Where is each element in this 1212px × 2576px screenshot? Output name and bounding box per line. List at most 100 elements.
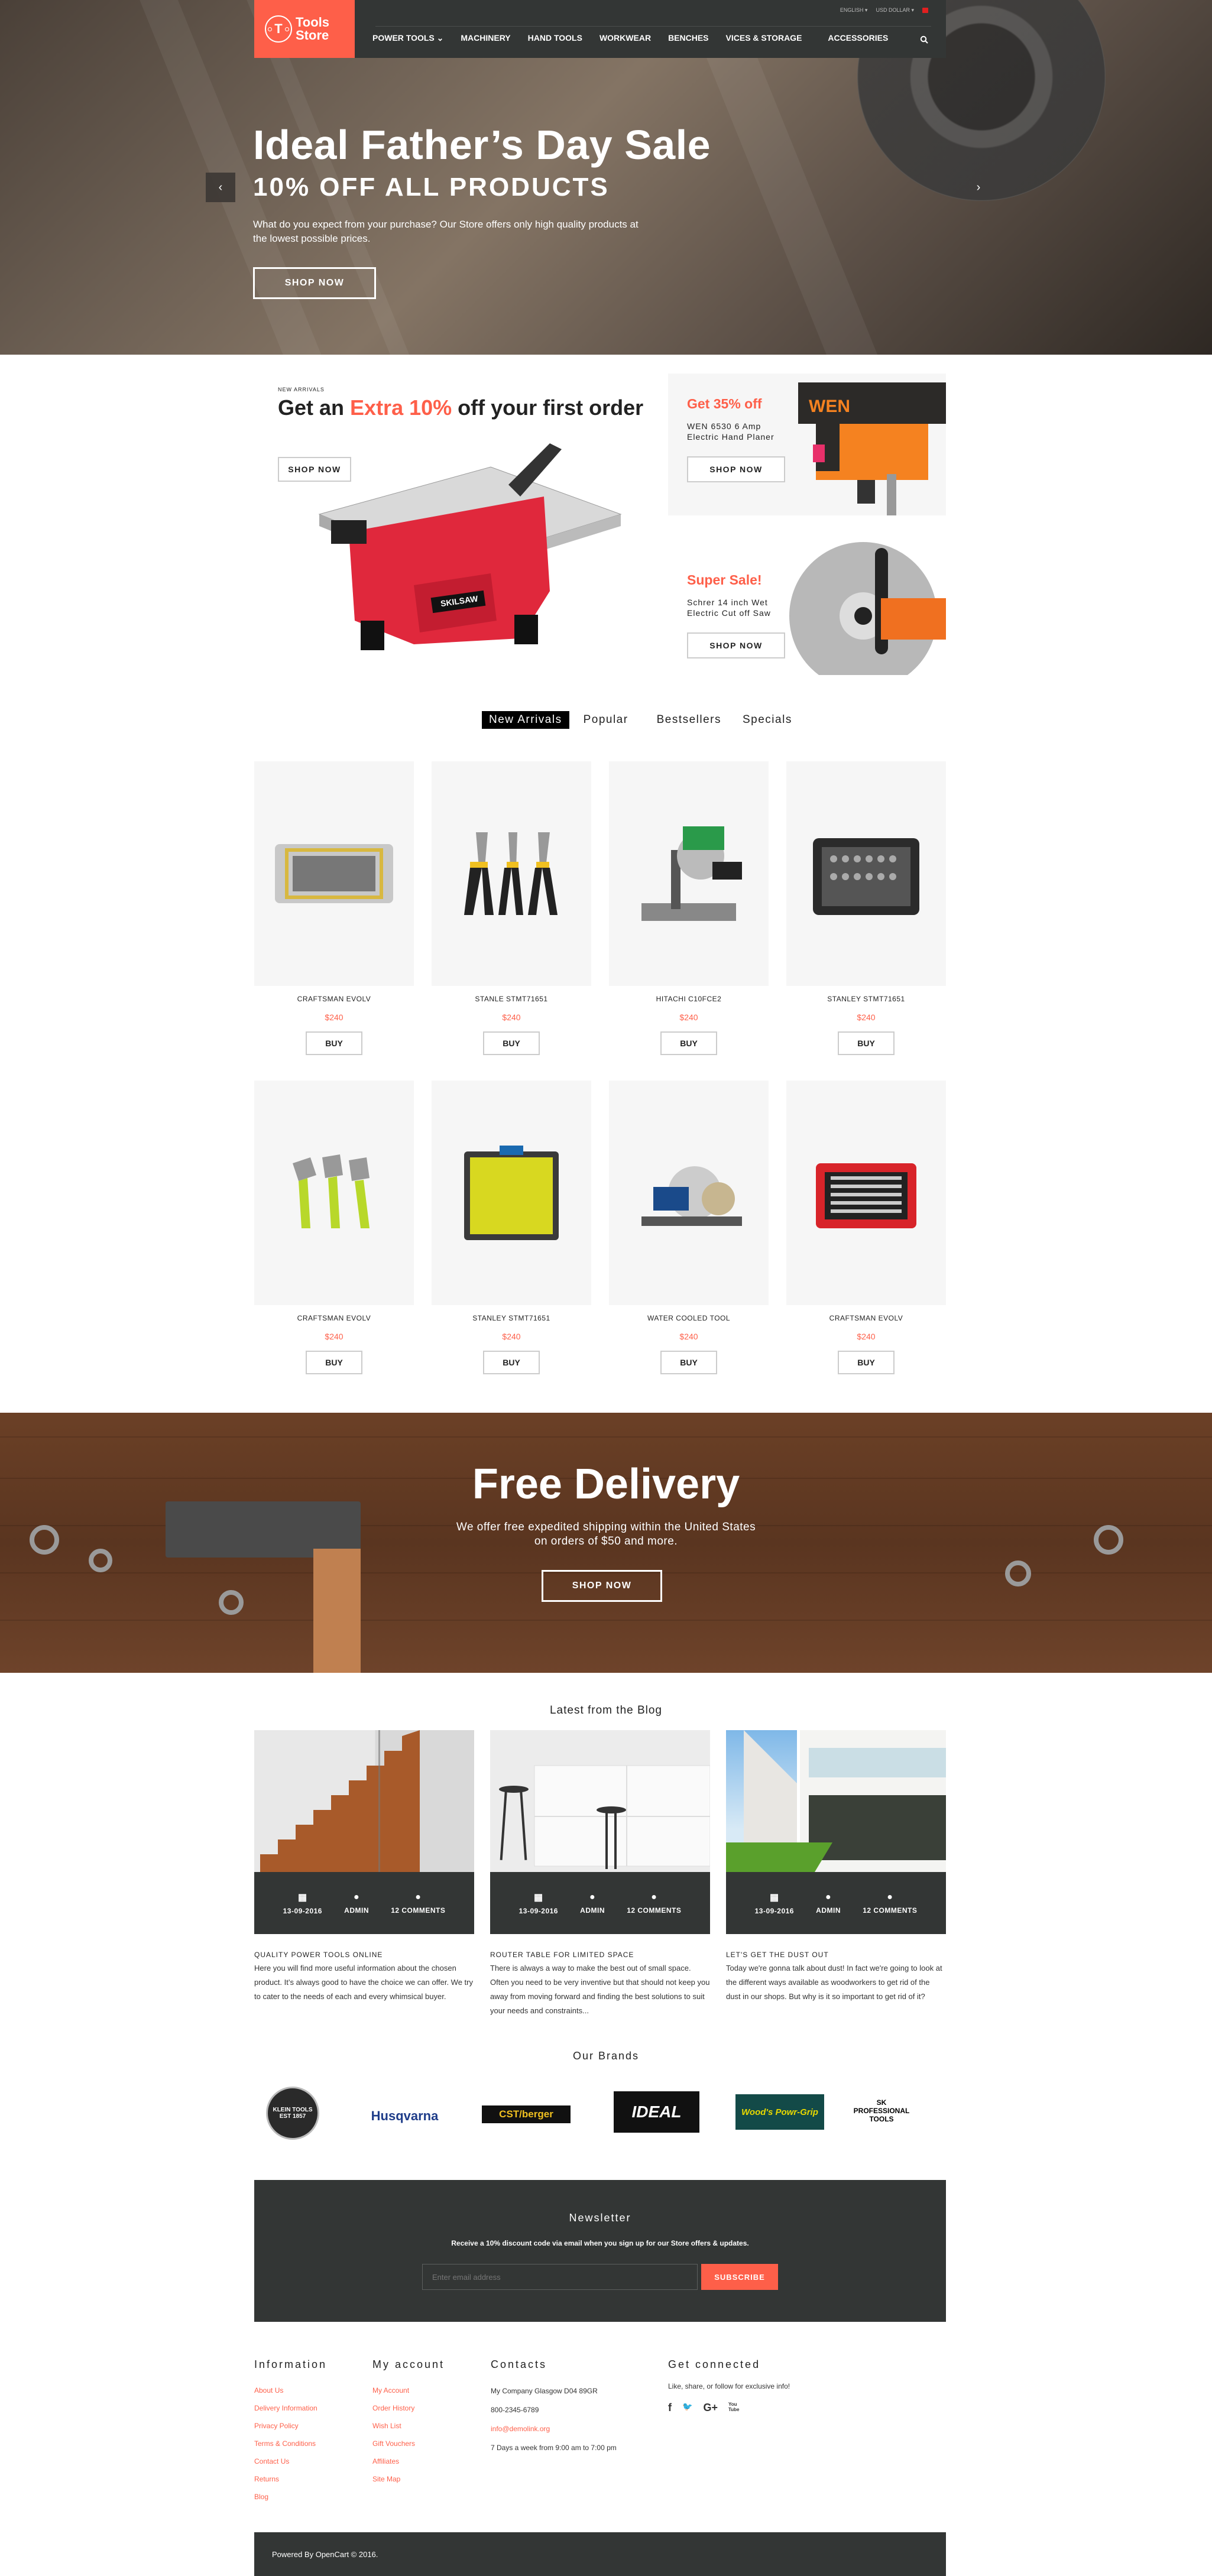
nav-accessories[interactable]: ACCESSORIES — [828, 33, 888, 43]
buy-button[interactable]: BUY — [306, 1031, 362, 1055]
slider-next-button[interactable]: › — [964, 173, 993, 202]
footer-link-returns[interactable]: Returns — [254, 2470, 327, 2488]
product-name[interactable]: WATER COOLED TOOL — [609, 1314, 769, 1322]
footer-link-privacy-policy[interactable]: Privacy Policy — [254, 2417, 327, 2435]
slider-prev-button[interactable]: ‹ — [206, 173, 235, 202]
brand-logo-klein[interactable]: KLEIN TOOLS EST 1857 — [266, 2087, 319, 2140]
product-image[interactable] — [609, 1081, 769, 1305]
product-card[interactable]: STANLEY STMT71651 $240 BUY — [432, 1081, 591, 1374]
delivery-title: Free Delivery — [472, 1461, 740, 1508]
buy-button[interactable]: BUY — [660, 1351, 717, 1374]
product-card[interactable]: WATER COOLED TOOL $240 BUY — [609, 1081, 769, 1374]
hero-shop-now-button[interactable]: SHOP NOW — [253, 267, 376, 299]
buy-button[interactable]: BUY — [838, 1351, 895, 1374]
product-name[interactable]: STANLEY STMT71651 — [432, 1314, 591, 1322]
footer-link-order-history[interactable]: Order History — [372, 2399, 445, 2417]
promo-title: Super Sale! — [687, 572, 762, 588]
buy-button[interactable]: BUY — [660, 1031, 717, 1055]
promo-shop-now-button[interactable]: SHOP NOW — [687, 456, 785, 482]
product-card[interactable]: CRAFTSMAN EVOLV $240 BUY — [254, 761, 414, 1055]
blog-post-image[interactable] — [490, 1730, 710, 1872]
subscribe-button[interactable]: SUBSCRIBE — [701, 2264, 778, 2290]
nav-hand-tools[interactable]: HAND TOOLS — [528, 33, 582, 43]
post-comments[interactable]: 12 COMMENTS — [391, 1906, 445, 1915]
promo-banner-main[interactable]: NEW ARRIVALS Get an Extra 10% off your f… — [254, 372, 650, 674]
product-name[interactable]: STANLEY STMT71651 — [786, 995, 946, 1003]
product-image[interactable] — [432, 1081, 591, 1305]
post-author[interactable]: ADMIN — [816, 1906, 841, 1915]
promo-banner-cut-off-saw[interactable]: Super Sale! Schrer 14 inch Wet Electric … — [668, 539, 946, 681]
post-title[interactable]: ROUTER TABLE FOR LIMITED SPACE — [490, 1951, 710, 1959]
nav-workwear[interactable]: WORKWEAR — [599, 33, 651, 43]
delivery-shop-now-button[interactable]: SHOP NOW — [542, 1570, 662, 1602]
user-icon: ● — [825, 1892, 832, 1902]
cart-icon[interactable] — [922, 8, 928, 13]
contact-email[interactable]: info@demolink.org — [491, 2419, 617, 2438]
buy-button[interactable]: BUY — [306, 1351, 362, 1374]
product-name[interactable]: HITACHI C10FCE2 — [609, 995, 769, 1003]
tab-specials[interactable]: Specials — [735, 711, 799, 729]
nav-benches[interactable]: BENCHES — [668, 33, 708, 43]
product-card[interactable]: CRAFTSMAN EVOLV $240 BUY — [254, 1081, 414, 1374]
tab-bestsellers[interactable]: Bestsellers — [650, 711, 728, 729]
email-field[interactable] — [422, 2264, 698, 2290]
product-image[interactable] — [432, 761, 591, 986]
product-card[interactable]: STANLE STMT71651 $240 BUY — [432, 761, 591, 1055]
brand-logo-powr-grip[interactable]: Wood's Powr-Grip — [735, 2094, 824, 2130]
footer-link-gift-vouchers[interactable]: Gift Vouchers — [372, 2435, 445, 2452]
currency-dropdown[interactable]: USD DOLLAR ▾ — [876, 7, 914, 14]
facebook-icon[interactable]: f — [668, 2402, 672, 2414]
brand-logo-cst-berger[interactable]: CST/berger — [482, 2105, 571, 2123]
footer-link-my-account[interactable]: My Account — [372, 2382, 445, 2399]
blog-post-image[interactable] — [726, 1730, 946, 1872]
product-name[interactable]: CRAFTSMAN EVOLV — [254, 1314, 414, 1322]
footer-link-wish-list[interactable]: Wish List — [372, 2417, 445, 2435]
product-card[interactable]: CRAFTSMAN EVOLV $240 BUY — [786, 1081, 946, 1374]
nav-vices-storage[interactable]: VICES & STORAGE — [726, 33, 802, 43]
post-comments[interactable]: 12 COMMENTS — [627, 1906, 681, 1915]
product-card[interactable]: STANLEY STMT71651 $240 BUY — [786, 761, 946, 1055]
nav-machinery[interactable]: MACHINERY — [461, 33, 510, 43]
search-icon[interactable] — [920, 35, 928, 44]
product-card[interactable]: HITACHI C10FCE2 $240 BUY — [609, 761, 769, 1055]
product-image[interactable] — [254, 1081, 414, 1305]
brand-logo-sk[interactable]: SK PROFESSIONAL TOOLS — [849, 2090, 914, 2131]
footer-link-blog[interactable]: Blog — [254, 2488, 327, 2506]
product-image[interactable] — [609, 761, 769, 986]
buy-button[interactable]: BUY — [838, 1031, 895, 1055]
tab-new-arrivals[interactable]: New Arrivals — [482, 711, 569, 729]
footer-get-connected: Get connected Like, share, or follow for… — [668, 2358, 790, 2414]
twitter-icon[interactable]: 🐦 — [682, 2402, 692, 2414]
post-title[interactable]: LET'S GET THE DUST OUT — [726, 1951, 946, 1959]
product-name[interactable]: CRAFTSMAN EVOLV — [254, 995, 414, 1003]
brand-logo-ideal[interactable]: IDEAL — [614, 2091, 699, 2133]
post-author[interactable]: ADMIN — [344, 1906, 369, 1915]
product-name[interactable]: STANLE STMT71651 — [432, 995, 591, 1003]
brand-logo-husqvarna[interactable]: Husqvarna — [362, 2107, 448, 2125]
post-comments[interactable]: 12 COMMENTS — [863, 1906, 917, 1915]
product-image[interactable] — [786, 761, 946, 986]
post-title[interactable]: QUALITY POWER TOOLS ONLINE — [254, 1951, 474, 1959]
footer-link-site-map[interactable]: Site Map — [372, 2470, 445, 2488]
youtube-icon[interactable]: You Tube — [728, 2402, 740, 2414]
nav-power-tools[interactable]: POWER TOOLS ⌄ — [372, 33, 443, 43]
language-dropdown[interactable]: ENGLISH ▾ — [840, 7, 868, 14]
footer-link-affiliates[interactable]: Affiliates — [372, 2452, 445, 2470]
blog-post-image[interactable] — [254, 1730, 474, 1872]
footer-link-contact-us[interactable]: Contact Us — [254, 2452, 327, 2470]
contact-phone: 800-2345-6789 — [491, 2406, 539, 2414]
google-plus-icon[interactable]: G+ — [703, 2402, 718, 2414]
post-author[interactable]: ADMIN — [580, 1906, 605, 1915]
footer-link-about-us[interactable]: About Us — [254, 2382, 327, 2399]
product-image[interactable] — [254, 761, 414, 986]
buy-button[interactable]: BUY — [483, 1351, 540, 1374]
promo-banner-drill-press[interactable]: Get 35% off WEN 6530 6 Amp Electric Hand… — [668, 374, 946, 515]
logo[interactable]: T Tools Store — [254, 0, 355, 58]
product-image[interactable] — [786, 1081, 946, 1305]
promo-shop-now-button[interactable]: SHOP NOW — [687, 632, 785, 658]
tab-popular[interactable]: Popular — [576, 711, 636, 729]
footer-link-terms[interactable]: Terms & Conditions — [254, 2435, 327, 2452]
product-name[interactable]: CRAFTSMAN EVOLV — [786, 1314, 946, 1322]
buy-button[interactable]: BUY — [483, 1031, 540, 1055]
footer-link-delivery-information[interactable]: Delivery Information — [254, 2399, 327, 2417]
